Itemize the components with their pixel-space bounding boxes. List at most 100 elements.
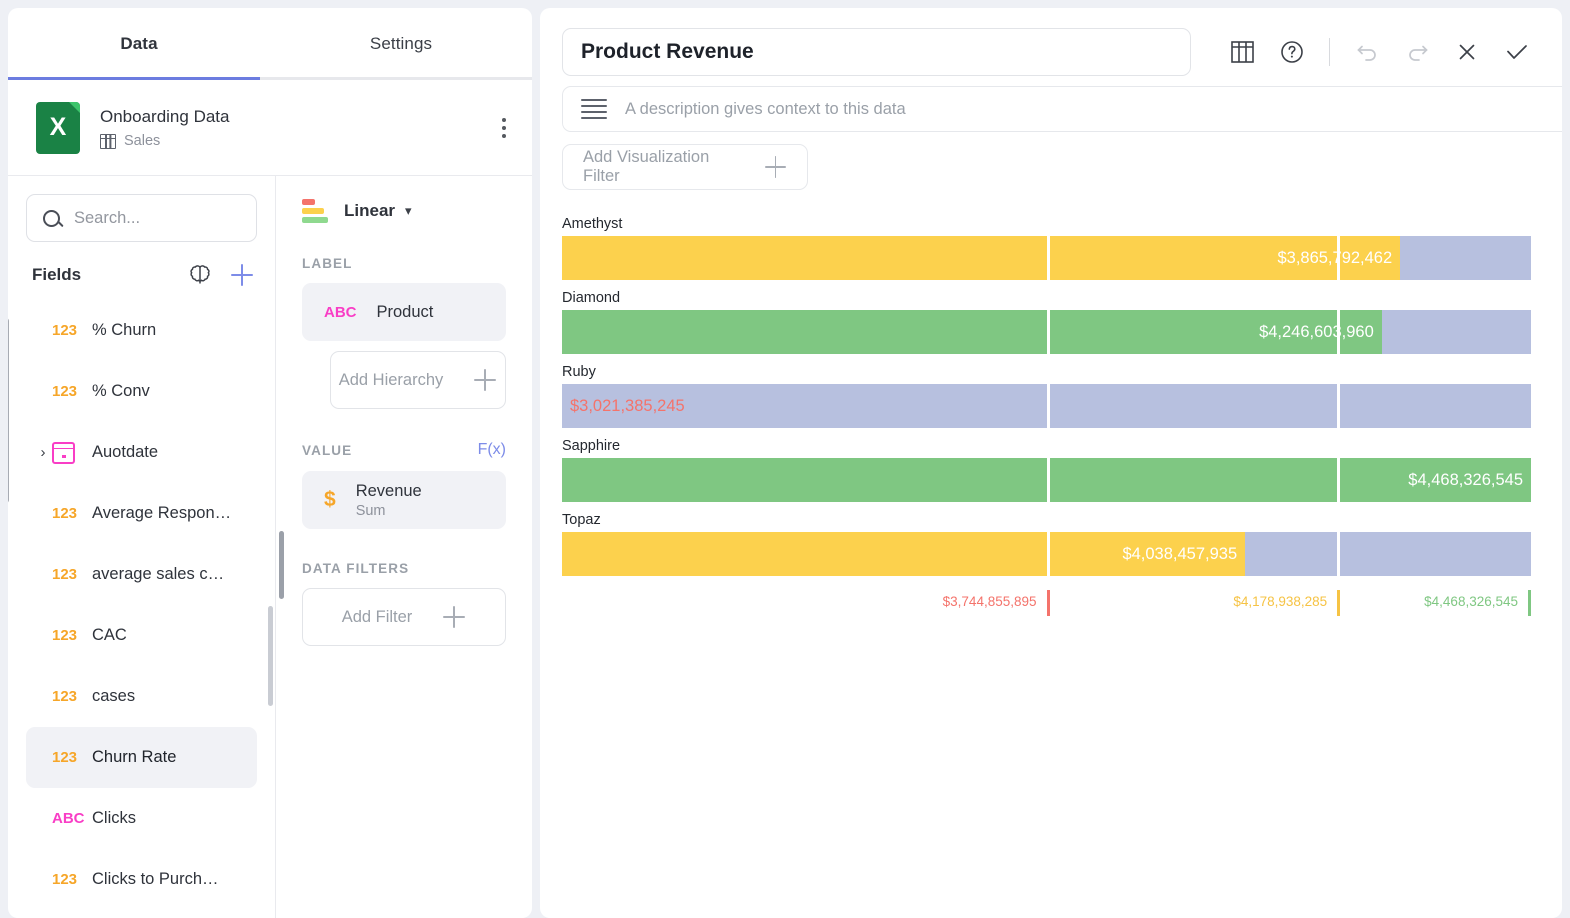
config-scrollbar[interactable] bbox=[279, 531, 284, 599]
panel-tabs: Data Settings bbox=[8, 8, 532, 80]
field-item-auotdate[interactable]: › Auotdate bbox=[26, 422, 257, 483]
fields-list-scrollbar[interactable] bbox=[268, 606, 273, 706]
confirm-icon[interactable] bbox=[1494, 29, 1540, 75]
formula-button[interactable]: F(x) bbox=[478, 441, 506, 459]
chart-description-input[interactable]: A description gives context to this data bbox=[562, 86, 1562, 132]
field-type-badge: 123 bbox=[52, 505, 78, 522]
undo-icon[interactable] bbox=[1344, 29, 1390, 75]
plus-icon bbox=[473, 368, 497, 392]
add-hierarchy-button[interactable]: Add Hierarchy bbox=[330, 351, 506, 409]
search-input[interactable]: Search... bbox=[26, 194, 257, 242]
bar-divider bbox=[1337, 384, 1341, 428]
data-source-text: Onboarding Data Sales bbox=[100, 106, 229, 149]
source-overflow-menu-icon[interactable] bbox=[502, 117, 506, 138]
table-view-icon[interactable] bbox=[1219, 29, 1265, 75]
bar-track[interactable]: $4,468,326,545 bbox=[562, 458, 1531, 502]
threshold-label-green: $4,468,326,545 bbox=[1424, 594, 1518, 609]
chart-row-sapphire: Sapphire $4,468,326,545 bbox=[562, 438, 1531, 502]
field-item-percent-conv[interactable]: 123 % Conv bbox=[26, 361, 257, 422]
field-item-cac[interactable]: 123 CAC bbox=[26, 605, 257, 666]
data-source-row[interactable]: X Onboarding Data Sales bbox=[8, 80, 532, 176]
field-item-clicks-to-purchase[interactable]: 123 Clicks to Purch… bbox=[26, 849, 257, 910]
add-hierarchy-label: Add Hierarchy bbox=[338, 370, 444, 389]
chart-axis: $3,744,855,895 $4,178,938,285 $4,468,326… bbox=[562, 586, 1531, 620]
field-item-average-response[interactable]: 123 Average Respon… bbox=[26, 483, 257, 544]
value-section-heading: VALUE F(x) bbox=[302, 441, 506, 459]
bar-track[interactable]: $3,865,792,462 bbox=[562, 236, 1531, 280]
bar-chart-icon bbox=[302, 198, 328, 224]
close-icon[interactable] bbox=[1444, 29, 1490, 75]
table-icon bbox=[100, 133, 116, 149]
bar-value-label: $3,865,792,462 bbox=[1277, 248, 1393, 267]
field-item-cases[interactable]: 123 cases bbox=[26, 666, 257, 727]
add-filter-label: Add Filter bbox=[341, 607, 413, 626]
field-item-churn-rate[interactable]: 123 Churn Rate bbox=[26, 727, 257, 788]
viz-type-label: Linear bbox=[344, 201, 396, 220]
description-placeholder: A description gives context to this data bbox=[625, 99, 906, 118]
bar-value-label: $4,246,603,960 bbox=[1259, 322, 1374, 341]
search-icon bbox=[43, 209, 60, 227]
bar-track[interactable]: $3,021,385,245 bbox=[562, 384, 1531, 428]
panel-resize-handle[interactable] bbox=[8, 318, 9, 503]
chevron-right-icon[interactable]: › bbox=[34, 444, 52, 461]
label-section-heading: LABEL bbox=[302, 256, 506, 271]
add-field-icon[interactable] bbox=[229, 262, 255, 288]
fields-title: Fields bbox=[32, 265, 82, 284]
title-row: Product Revenue bbox=[562, 28, 1540, 76]
field-type-badge: 123 bbox=[52, 322, 78, 339]
currency-icon: $ bbox=[324, 488, 336, 511]
value-section-heading-text: VALUE bbox=[302, 442, 353, 458]
bar-divider bbox=[1046, 384, 1050, 428]
value-field-aggregation: Sum bbox=[355, 502, 386, 519]
field-type-badge: 123 bbox=[52, 871, 78, 888]
brain-icon[interactable] bbox=[187, 262, 213, 288]
bar-divider bbox=[1337, 532, 1341, 576]
add-filter-button[interactable]: Add Filter bbox=[302, 588, 506, 646]
fields-header: Fields bbox=[8, 246, 275, 298]
viz-type-selector[interactable]: Linear ▾ bbox=[302, 176, 506, 224]
plus-icon bbox=[442, 605, 466, 629]
toolbar-divider bbox=[1329, 38, 1330, 66]
description-lines-icon bbox=[581, 99, 607, 119]
field-label: % Conv bbox=[92, 382, 150, 400]
chart-title-input[interactable]: Product Revenue bbox=[562, 28, 1191, 76]
tab-data[interactable]: Data bbox=[8, 8, 270, 80]
chart: Amethyst $3,865,792,462 Diamond $4,246,6… bbox=[562, 216, 1531, 620]
field-label: cases bbox=[92, 687, 136, 705]
data-filters-heading: DATA FILTERS bbox=[302, 561, 506, 576]
redo-icon[interactable] bbox=[1394, 29, 1440, 75]
data-source-subtitle: Sales bbox=[124, 133, 161, 149]
value-field-name: Revenue bbox=[355, 481, 422, 500]
chart-row-topaz: Topaz $4,038,457,935 bbox=[562, 512, 1531, 576]
add-visualization-filter-button[interactable]: Add Visualization Filter bbox=[562, 144, 808, 190]
value-field-chip[interactable]: $ Revenue Sum bbox=[302, 471, 506, 529]
editor-toolbar bbox=[1211, 28, 1540, 76]
chart-row-diamond: Diamond $4,246,603,960 bbox=[562, 290, 1531, 354]
bar-value-label: $4,038,457,935 bbox=[1122, 544, 1238, 563]
field-label: % Churn bbox=[92, 321, 157, 339]
threshold-label-red: $3,744,855,895 bbox=[942, 594, 1037, 609]
help-icon[interactable] bbox=[1269, 29, 1315, 75]
field-label: CAC bbox=[92, 626, 127, 644]
field-item-average-sales-c[interactable]: 123 average sales c… bbox=[26, 544, 257, 605]
chart-editor-panel: Product Revenue A description gives cont… bbox=[540, 8, 1562, 918]
tab-settings[interactable]: Settings bbox=[270, 8, 532, 80]
bar-track[interactable]: $4,038,457,935 bbox=[562, 532, 1531, 576]
fields-list: 123 % Churn 123 % Conv › Auotdate 123 Av… bbox=[8, 298, 275, 918]
kebab-dot bbox=[502, 125, 506, 130]
field-label: average sales c… bbox=[92, 565, 225, 583]
field-label: Churn Rate bbox=[92, 748, 177, 766]
data-source-title: Onboarding Data bbox=[100, 107, 230, 126]
label-field-name: Product bbox=[376, 302, 434, 321]
value-field-text: Revenue Sum bbox=[356, 482, 422, 519]
field-type-badge: 123 bbox=[52, 688, 78, 705]
field-item-clicks[interactable]: ABC Clicks bbox=[26, 788, 257, 849]
chevron-down-icon[interactable]: ▾ bbox=[405, 203, 412, 219]
field-label: Clicks to Purch… bbox=[92, 870, 219, 888]
bar-track[interactable]: $4,246,603,960 bbox=[562, 310, 1531, 354]
field-type-badge: 123 bbox=[52, 749, 78, 766]
chart-row-label: Amethyst bbox=[562, 216, 623, 232]
label-field-chip[interactable]: ABC Product bbox=[302, 283, 506, 341]
threshold-tick-green bbox=[1528, 590, 1531, 616]
field-item-percent-churn[interactable]: 123 % Churn bbox=[26, 300, 257, 361]
